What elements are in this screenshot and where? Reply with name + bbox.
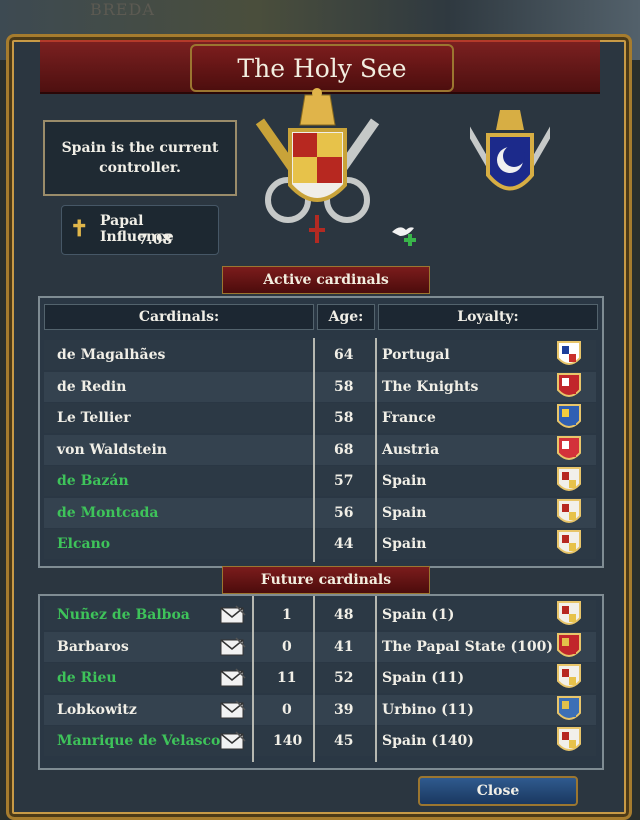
send-envoy-icon[interactable] xyxy=(220,731,246,751)
cardinal-age: 39 xyxy=(334,701,354,718)
active-cardinal-row: Le Tellier 58 France xyxy=(44,403,596,433)
cardinal-name: Lobkowitz xyxy=(57,701,137,718)
column-divider xyxy=(375,338,377,562)
cardinal-loyalty: Spain (1) xyxy=(382,607,455,623)
cardinal-loyalty: Spain (11) xyxy=(382,670,465,686)
active-cardinals-header: Cardinals: Age: Loyalty: xyxy=(44,304,598,330)
send-envoy-icon[interactable] xyxy=(220,668,246,688)
cardinal-name: von Waldstein xyxy=(57,441,167,458)
cardinal-age: 41 xyxy=(334,638,354,655)
future-cardinal-row: Lobkowitz 0 39 Urbino (11) xyxy=(44,694,596,725)
cardinal-age: 56 xyxy=(334,504,354,521)
crescent-emblem-icon xyxy=(470,110,550,191)
future-cardinal-row: Barbaros 0 41 The Papal State (100) xyxy=(44,631,596,662)
active-cardinal-row: von Waldstein 68 Austria xyxy=(44,434,596,465)
add-influence-dove-icon[interactable] xyxy=(390,222,418,248)
cardinal-age: 68 xyxy=(334,441,354,458)
cardinal-name: de Redin xyxy=(57,378,127,395)
cardinal-loyalty: The Papal State (100) xyxy=(382,638,554,655)
cardinal-influence-votes: 140 xyxy=(273,733,303,749)
active-cardinal-row: de Redin 58 The Knights xyxy=(44,371,596,402)
cardinal-loyalty: The Knights xyxy=(382,378,479,395)
cardinal-age: 64 xyxy=(334,347,354,363)
send-envoy-icon[interactable] xyxy=(220,699,246,720)
future-cardinal-row: de Rieu 11 52 Spain (11) xyxy=(44,663,596,693)
cardinal-age: 44 xyxy=(334,536,354,552)
austria-shield-icon[interactable] xyxy=(556,435,582,465)
cardinal-name: de Bazán xyxy=(57,473,129,489)
cardinal-loyalty: Spain xyxy=(382,536,427,552)
cardinal-loyalty: Urbino (11) xyxy=(382,701,474,718)
send-envoy-icon[interactable] xyxy=(220,636,246,657)
cardinal-name: de Montcada xyxy=(57,504,159,521)
france-shield-icon[interactable] xyxy=(556,403,582,433)
close-button[interactable]: Close xyxy=(418,776,578,806)
cardinal-age: 52 xyxy=(334,670,354,686)
cardinal-loyalty: Austria xyxy=(382,441,440,458)
cardinal-age: 48 xyxy=(334,607,354,623)
cardinal-age: 58 xyxy=(334,410,354,426)
spain-shield-icon[interactable] xyxy=(556,663,582,693)
cardinal-name: Elcano xyxy=(57,536,111,552)
cardinal-influence-votes: 0 xyxy=(282,701,292,718)
spain-shield-icon[interactable] xyxy=(556,466,582,496)
active-cardinal-row: de Magalhães 64 Portugal xyxy=(44,340,596,370)
column-divider xyxy=(375,596,377,762)
spain-shield-icon[interactable] xyxy=(556,498,582,528)
cardinal-loyalty: Spain xyxy=(382,504,427,521)
papal-state-shield-icon[interactable] xyxy=(556,632,582,662)
cardinal-name: de Magalhães xyxy=(57,347,166,363)
papal-influence-box: ✝ Papal Influence 7.08 xyxy=(61,205,219,255)
cardinal-loyalty: France xyxy=(382,410,436,426)
spain-shield-icon[interactable] xyxy=(556,600,582,630)
header-loyalty: Loyalty: xyxy=(378,304,598,330)
spain-shield-icon[interactable] xyxy=(556,726,582,756)
map-province-label: BREDA xyxy=(90,0,155,19)
column-divider xyxy=(252,596,254,762)
active-cardinal-row: de Montcada 56 Spain xyxy=(44,497,596,528)
cardinal-influence-votes: 0 xyxy=(282,638,292,655)
column-divider xyxy=(313,596,315,762)
future-cardinal-row: Nuñez de Balboa 1 48 Spain (1) xyxy=(44,600,596,630)
portugal-shield-icon[interactable] xyxy=(556,340,582,370)
cardinal-name: Manrique de Velasco xyxy=(57,733,221,749)
cardinal-name: Le Tellier xyxy=(57,410,131,426)
cardinal-loyalty: Spain (140) xyxy=(382,733,474,749)
controller-info: Spain is the current controller. xyxy=(43,120,237,196)
cardinal-name: de Rieu xyxy=(57,670,117,686)
cardinal-name: Barbaros xyxy=(57,638,129,655)
active-cardinal-row: de Bazán 57 Spain xyxy=(44,466,596,496)
urbino-shield-icon[interactable] xyxy=(556,695,582,725)
active-cardinal-row: Elcano 44 Spain xyxy=(44,529,596,559)
header-age: Age: xyxy=(317,304,375,330)
column-divider xyxy=(313,338,315,562)
send-envoy-icon[interactable] xyxy=(220,605,246,625)
cardinal-loyalty: Spain xyxy=(382,473,427,489)
cardinal-name: Nuñez de Balboa xyxy=(57,607,190,623)
papal-influence-value: 7.08 xyxy=(138,232,173,248)
active-cardinals-banner: Active cardinals xyxy=(222,266,430,294)
cardinal-age: 45 xyxy=(334,733,354,749)
papal-coat-of-arms-icon xyxy=(255,88,380,243)
header-cardinals: Cardinals: xyxy=(44,304,314,330)
papal-cross-icon: ✝ xyxy=(70,216,89,242)
knights-shield-icon[interactable] xyxy=(556,372,582,402)
cardinal-influence-votes: 11 xyxy=(277,670,297,686)
future-cardinals-banner: Future cardinals xyxy=(222,566,430,594)
future-cardinal-row: Manrique de Velasco 140 45 Spain (140) xyxy=(44,726,596,756)
cardinal-age: 58 xyxy=(334,378,354,395)
spain-shield-icon[interactable] xyxy=(556,529,582,559)
cardinal-influence-votes: 1 xyxy=(282,607,292,623)
cardinal-loyalty: Portugal xyxy=(382,347,450,363)
cardinal-age: 57 xyxy=(334,473,354,489)
